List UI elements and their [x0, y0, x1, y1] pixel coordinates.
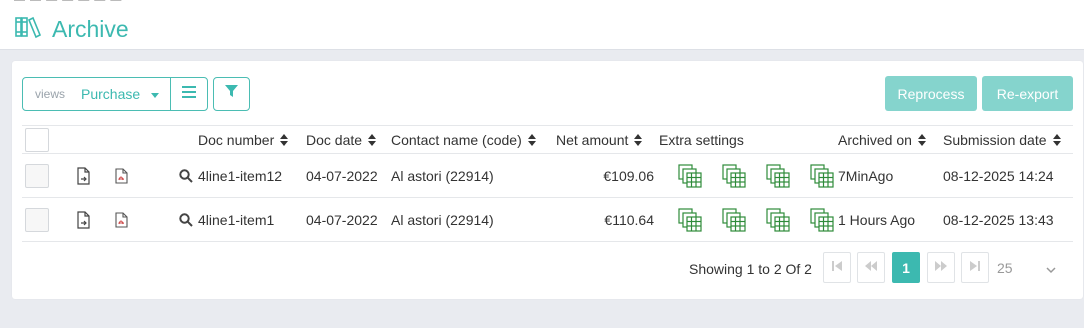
submission-date: 08-12-2025 13:43: [943, 211, 1054, 228]
spreadsheet-copy-icon[interactable]: [722, 154, 746, 197]
doc-number: 4line1-item12: [198, 167, 283, 184]
table-row: 4line1-item12 04-07-2022 Al astori (2291…: [22, 154, 1073, 198]
archived-on: 7MinAgo: [838, 167, 894, 184]
col-extra-settings: Extra settings: [659, 131, 744, 148]
last-page-button[interactable]: [961, 252, 989, 283]
col-archived-on[interactable]: Archived on: [838, 126, 926, 153]
chevron-down-icon[interactable]: [1045, 261, 1057, 279]
reexport-button[interactable]: Re-export: [982, 76, 1073, 111]
first-page-icon: [831, 259, 843, 277]
list-icon: [182, 85, 196, 103]
net-amount: €110.64: [604, 211, 654, 228]
page-title-group: Archive: [14, 15, 129, 44]
archive-books-icon: [14, 15, 42, 44]
sort-icon: [527, 133, 536, 146]
net-amount: €109.06: [603, 167, 654, 184]
search-icon[interactable]: [179, 154, 193, 197]
filter-icon: [225, 85, 238, 103]
views-label: views: [35, 87, 66, 101]
sort-icon: [1052, 133, 1061, 146]
spreadsheet-copy-icon[interactable]: [766, 154, 790, 197]
doc-date: 04-07-2022: [306, 211, 378, 228]
doc-number: 4line1-item1: [198, 211, 275, 228]
caret-down-icon: [151, 93, 159, 98]
sort-icon: [368, 133, 377, 146]
document-export-icon[interactable]: [76, 154, 92, 197]
table-row: 4line1-item1 04-07-2022 Al astori (22914…: [22, 198, 1073, 242]
spreadsheet-copy-icon[interactable]: [810, 154, 834, 197]
double-left-icon: [864, 259, 878, 277]
spreadsheet-copy-icon[interactable]: [678, 198, 702, 241]
col-doc-date[interactable]: Doc date: [306, 126, 377, 153]
select-all-checkbox[interactable]: [25, 127, 49, 152]
table-header: Doc number Doc date Contact name (code) …: [22, 125, 1073, 154]
views-value: Purchase: [81, 86, 141, 102]
first-page-button[interactable]: [823, 252, 851, 283]
contact-name: Al astori (22914): [391, 167, 494, 184]
archive-card: views Purchase Reprocess Re-export Doc n…: [12, 61, 1083, 299]
row-checkbox-cell: [25, 198, 49, 241]
contact-name: Al astori (22914): [391, 211, 494, 228]
page-size-select[interactable]: 25: [997, 260, 1013, 276]
reprocess-button[interactable]: Reprocess: [885, 76, 977, 111]
col-submission-date[interactable]: Submission date: [943, 126, 1061, 153]
row-checkbox[interactable]: [25, 207, 49, 232]
col-net-amount[interactable]: Net amount: [556, 126, 643, 153]
spreadsheet-copy-icon[interactable]: [766, 198, 790, 241]
breadcrumb: — — — — — — —: [14, 0, 123, 6]
pdf-icon[interactable]: [115, 154, 128, 197]
next-page-button[interactable]: [927, 252, 955, 283]
top-bar: — — — — — — — Archive: [0, 0, 1084, 50]
pdf-icon[interactable]: [115, 198, 128, 241]
col-doc-number[interactable]: Doc number: [198, 126, 289, 153]
sort-icon: [917, 133, 926, 146]
select-all-cell: [25, 126, 49, 153]
spreadsheet-copy-icon[interactable]: [810, 198, 834, 241]
page-title: Archive: [52, 16, 129, 42]
search-icon[interactable]: [179, 198, 193, 241]
document-export-icon[interactable]: [76, 198, 92, 241]
filter-button[interactable]: [213, 77, 250, 111]
submission-date: 08-12-2025 14:24: [943, 167, 1054, 184]
sort-icon: [280, 133, 289, 146]
col-contact-name[interactable]: Contact name (code): [391, 126, 536, 153]
previous-page-button[interactable]: [857, 252, 885, 283]
spreadsheet-copy-icon[interactable]: [678, 154, 702, 197]
pagination-summary: Showing 1 to 2 Of 2: [689, 261, 812, 277]
page-button-current[interactable]: 1: [892, 252, 920, 283]
views-dropdown[interactable]: views Purchase: [22, 77, 171, 111]
archived-on: 1 Hours Ago: [838, 211, 916, 228]
list-view-button[interactable]: [170, 77, 208, 111]
double-right-icon: [934, 259, 948, 277]
row-checkbox[interactable]: [25, 163, 49, 188]
last-page-icon: [969, 259, 981, 277]
spreadsheet-copy-icon[interactable]: [722, 198, 746, 241]
sort-icon: [634, 133, 643, 146]
row-checkbox-cell: [25, 154, 49, 197]
doc-date: 04-07-2022: [306, 167, 378, 184]
